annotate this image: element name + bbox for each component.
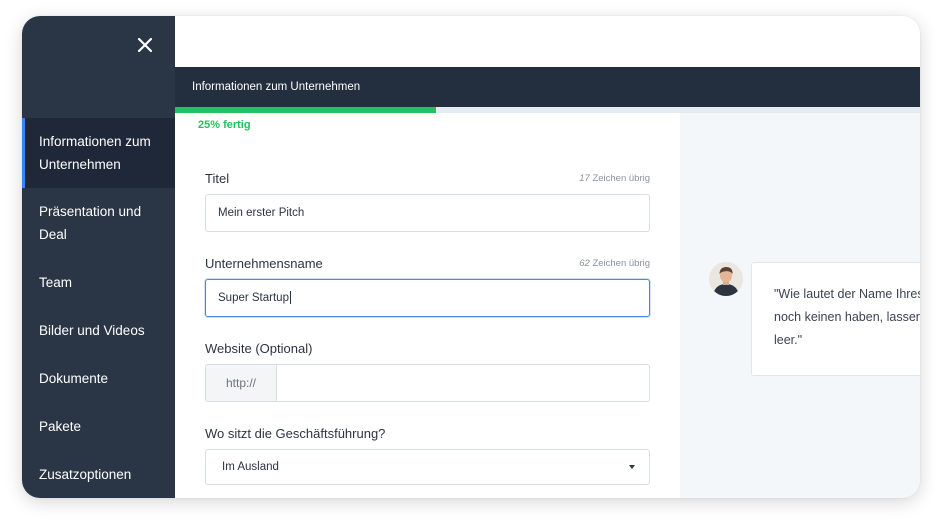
sidebar-item-addons[interactable]: Zusatzoptionen (22, 450, 175, 498)
caret-down-icon (629, 465, 635, 469)
sidebar-item-packages[interactable]: Pakete (22, 402, 175, 450)
avatar (709, 262, 743, 296)
company-name-char-count: 62 Zeichen übrig (579, 258, 650, 269)
title-label: Titel (205, 171, 230, 186)
company-name-label: Unternehmensname (205, 256, 323, 271)
sidebar-item-label: Informationen zum Unternehmen (39, 134, 151, 172)
form-area: 25% fertig Titel 17 Zeichen übrig Mein e… (175, 113, 680, 498)
title-input[interactable]: Mein erster Pitch (205, 194, 650, 232)
sidebar-item-label: Team (39, 274, 73, 290)
step-header: Informationen zum Unternehmen (175, 67, 920, 107)
top-bar (175, 16, 920, 67)
company-name-input[interactable]: Super Startup (205, 279, 650, 317)
sidebar-item-presentation[interactable]: Präsentation und Deal (22, 188, 175, 258)
sidebar-item-label: Bilder und Videos (39, 322, 145, 338)
sidebar-item-company-info[interactable]: Informationen zum Unternehmen (22, 118, 175, 188)
close-button[interactable] (134, 34, 156, 56)
company-name-input-value: Super Startup (218, 292, 289, 304)
title-input-value: Mein erster Pitch (218, 207, 305, 219)
sidebar-item-media[interactable]: Bilder und Videos (22, 306, 175, 354)
sidebar-item-label: Pakete (39, 418, 82, 434)
hq-location-selected: Im Ausland (222, 461, 279, 473)
website-prefix: http:// (206, 365, 277, 401)
sidebar-item-team[interactable]: Team (22, 258, 175, 306)
person-icon (709, 262, 743, 296)
sidebar-item-documents[interactable]: Dokumente (22, 354, 175, 402)
website-input-group: http:// (205, 364, 650, 402)
progress-label: 25% fertig (198, 119, 251, 131)
text-caret (289, 291, 291, 305)
website-input[interactable] (277, 365, 649, 401)
hq-location-label: Wo sitzt die Geschäftsführung? (205, 426, 386, 441)
sidebar-item-label: Zusatzoptionen (39, 466, 132, 482)
website-label: Website (Optional) (205, 341, 313, 356)
sidebar: Informationen zum Unternehmen Präsentati… (22, 16, 175, 498)
hint-panel: "Wie lautet der Name Ihres noch keinen h… (680, 113, 920, 498)
sidebar-item-label: Dokumente (39, 370, 109, 386)
hint-quote: "Wie lautet der Name Ihres noch keinen h… (751, 262, 920, 376)
step-title: Informationen zum Unternehmen (192, 81, 361, 93)
app-window: Informationen zum Unternehmen Präsentati… (22, 16, 920, 498)
hq-location-select[interactable]: Im Ausland (205, 449, 650, 485)
close-icon (137, 37, 153, 53)
title-char-count: 17 Zeichen übrig (579, 173, 650, 184)
sidebar-item-label: Präsentation und Deal (39, 204, 142, 242)
